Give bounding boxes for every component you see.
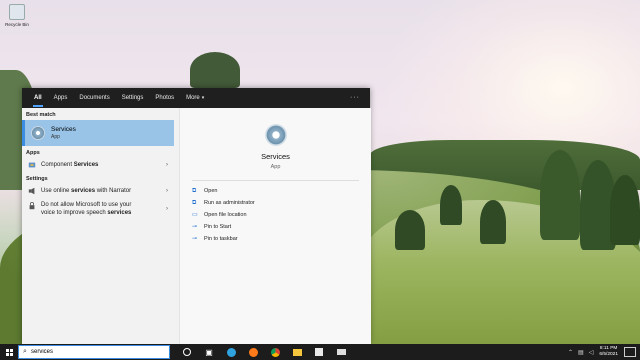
open-icon: ⧉ [192,188,197,194]
recycle-bin-icon [9,4,25,20]
action-open-file-location[interactable]: ▭ Open file location [180,209,371,221]
result-text: Component [41,162,74,168]
result-text: Do not allow Microsoft to use your [41,202,132,208]
action-label: Open file location [204,212,247,218]
results-list: Best match Services App Apps Component S… [22,108,178,344]
chevron-right-icon[interactable]: › [166,188,168,194]
more-options-icon[interactable]: ··· [350,88,360,108]
services-gear-icon [264,124,287,146]
start-button[interactable] [0,344,18,360]
desktop-icon-label: Recycle Bin [5,22,29,27]
chevron-right-icon[interactable]: › [166,162,168,168]
action-label: Open [204,188,218,194]
search-filter-tabs: All Apps Documents Settings Photos More ▾… [22,88,370,108]
result-text: Use online [41,188,72,194]
store-icon[interactable] [308,344,330,360]
best-match-heading: Best match [26,112,56,118]
action-label: Pin to Start [204,224,232,230]
tab-more[interactable]: More ▾ [180,88,210,108]
action-pin-to-start[interactable]: ⊸ Pin to Start [180,221,371,233]
wallpaper-tree [395,210,425,250]
pin-icon: ⊸ [192,224,198,230]
narrator-icon [28,187,35,195]
component-services-icon [28,162,36,168]
taskbar-pinned-apps: ▣ [176,344,352,360]
action-run-as-administrator[interactable]: ⧉ Run as administrator [180,197,371,209]
tab-photos[interactable]: Photos [149,88,180,108]
settings-heading: Settings [26,176,48,182]
task-view-icon[interactable]: ▣ [198,344,220,360]
preview-subtitle: App [270,164,281,170]
edge-icon[interactable] [220,344,242,360]
result-component-services[interactable]: Component Services › [22,158,178,172]
action-label: Pin to taskbar [204,236,238,242]
chevron-up-icon[interactable]: ⌃ [568,349,573,356]
result-speech-services[interactable]: Do not allow Microsoft to use your voice … [22,198,178,220]
system-tray: ⌃ ▤ ◁ 8:11 PM 6/5/2021 [563,344,638,360]
action-pin-to-taskbar[interactable]: ⊸ Pin to taskbar [180,233,371,245]
apps-heading: Apps [26,150,40,156]
notifications-icon[interactable] [624,347,636,357]
pin-icon: ⊸ [192,236,198,242]
search-input[interactable] [31,349,151,355]
best-match-subtitle: App [51,134,60,140]
network-icon[interactable]: ▤ [578,349,584,356]
chevron-down-icon: ▾ [201,95,205,101]
services-gear-icon [31,126,45,140]
clock[interactable]: 8:11 PM 6/5/2021 [599,346,618,358]
wallpaper-tree [540,150,580,240]
preview-title: Services [261,152,290,161]
lock-icon [29,202,35,210]
result-match-text: services [71,188,96,194]
wallpaper-tree [480,200,506,244]
result-preview-pane: Services App ⧉ Open ⧉ Run as administrat… [179,108,371,344]
divider [192,180,359,181]
cortana-icon[interactable] [176,344,198,360]
tab-apps[interactable]: Apps [48,88,74,108]
action-open[interactable]: ⧉ Open [180,185,371,197]
clock-date: 6/5/2021 [599,352,618,357]
taskbar-search-box[interactable]: ⌕ [18,345,170,359]
result-match-text: services [107,210,132,216]
chevron-right-icon[interactable]: › [166,206,168,212]
tab-settings[interactable]: Settings [116,88,150,108]
taskbar: ⌕ ▣ ⌃ ▤ ◁ 8:11 PM 6/5/2021 [0,344,640,360]
wallpaper-tree [190,52,240,88]
tab-more-label: More [186,95,200,101]
start-search-panel: All Apps Documents Settings Photos More ▾… [22,88,371,344]
action-label: Run as administrator [204,200,255,206]
tab-all[interactable]: All [28,88,48,108]
desktop-icon-recycle-bin[interactable]: Recycle Bin [4,4,30,27]
mail-icon[interactable] [330,344,352,360]
windows-logo-icon [5,348,13,356]
firefox-icon[interactable] [242,344,264,360]
result-text: with Narrator [95,188,132,194]
best-match-title: Services [51,126,76,133]
search-icon: ⌕ [23,348,27,355]
chrome-icon[interactable] [264,344,286,360]
folder-icon: ▭ [192,212,198,218]
tab-documents[interactable]: Documents [73,88,115,108]
wallpaper-tree [440,185,462,225]
result-narrator-services[interactable]: Use online services with Narrator › [22,184,178,198]
result-match-text: Services [73,162,99,168]
wallpaper-tree [610,175,640,245]
file-explorer-icon[interactable] [286,344,308,360]
result-text: voice to improve speech [41,210,108,216]
run-as-admin-icon: ⧉ [192,200,197,206]
volume-icon[interactable]: ◁ [589,349,594,356]
best-match-result[interactable]: Services App [22,120,174,146]
